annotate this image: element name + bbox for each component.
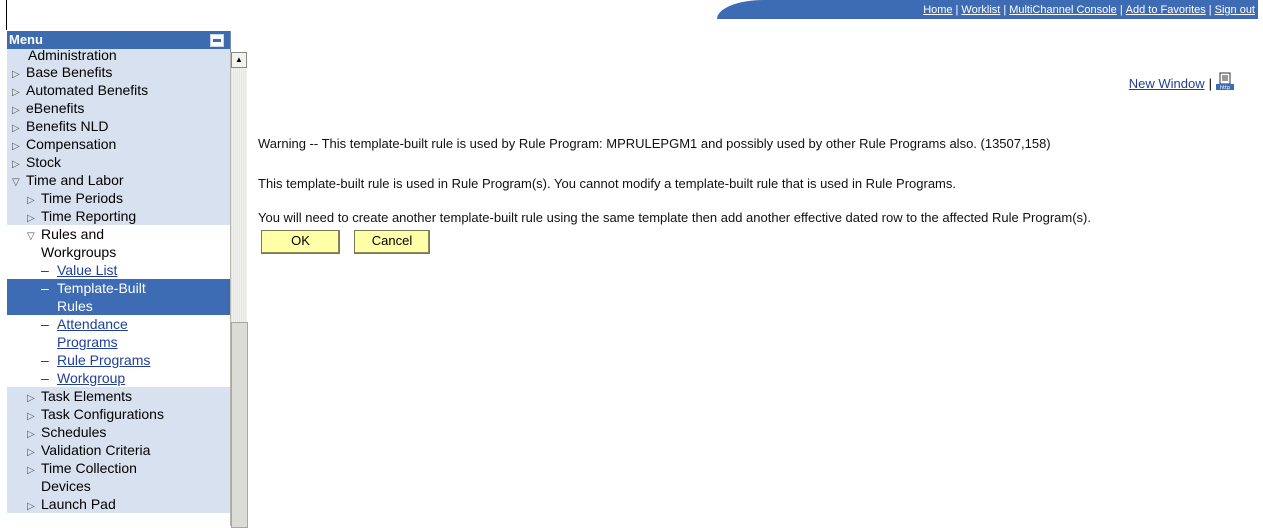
new-window-area: New Window | http	[1129, 72, 1234, 92]
menu-item-administration[interactable]: Administration	[7, 48, 230, 63]
expanded-arrow-icon: ▽	[12, 177, 20, 188]
menu-item-time-periods[interactable]: ▷ Time Periods	[7, 189, 230, 207]
menu-scrollbar[interactable]: ▲	[230, 52, 248, 528]
menu-item-rules-and-workgroups-cont[interactable]: Workgroups	[7, 243, 230, 261]
rules-sub-items: – Attendance Programs – Rule Programs – Wor…	[7, 315, 230, 387]
home-link[interactable]: Home	[920, 4, 955, 16]
menu-title: Menu	[9, 32, 43, 47]
top-navigation-bar: Home | Worklist | MultiChannel Console | Ad…	[717, 0, 1258, 19]
menu-item-rules-and-workgroups[interactable]: ▽ Rules and	[7, 225, 230, 243]
menu-item-time-collection-cont[interactable]: Devices	[7, 477, 230, 495]
menu-item-rule-programs[interactable]: – Rule Programs	[7, 351, 230, 369]
menu-item-base-benefits[interactable]: ▷ Base Benefits	[7, 63, 230, 81]
scroll-up-arrow-icon[interactable]: ▲	[231, 52, 247, 68]
collapsed-arrow-icon: ▷	[27, 465, 35, 476]
page-edge-line	[6, 0, 7, 30]
menu-item-stock[interactable]: ▷ Stock	[7, 153, 230, 171]
menu-list: Administration ▷ Base Benefits ▷ Automated…	[7, 48, 230, 513]
worklist-link[interactable]: Worklist	[958, 4, 1003, 16]
warning-message: Warning -- This template-built rule is u…	[258, 136, 1051, 151]
menu-item-launch-pad[interactable]: ▷ Launch Pad	[7, 495, 230, 513]
collapsed-arrow-icon: ▷	[27, 501, 35, 512]
menu-panel: Menu Administration ▷ Base Benefits ▷ Auto…	[7, 31, 231, 526]
menu-item-compensation[interactable]: ▷ Compensation	[7, 135, 230, 153]
info-message: This template-built rule is used in Rule…	[258, 176, 956, 191]
multichannel-console-link[interactable]: MultiChannel Console	[1006, 4, 1120, 16]
menu-item-ebenefits[interactable]: ▷ eBenefits	[7, 99, 230, 117]
instruction-message: You will need to create another template…	[258, 210, 1091, 225]
new-window-link[interactable]: New Window	[1129, 76, 1205, 91]
menu-item-task-elements[interactable]: ▷ Task Elements	[7, 387, 230, 405]
menu-item-validation-criteria[interactable]: ▷ Validation Criteria	[7, 441, 230, 459]
menu-item-time-collection[interactable]: ▷ Time Collection	[7, 459, 230, 477]
rules-and-workgroups-section: ▽ Rules and Workgroups – Value List	[7, 225, 230, 279]
menu-item-attendance-programs-cont[interactable]: Programs	[7, 333, 230, 351]
menu-item-workgroup[interactable]: – Workgroup	[7, 369, 230, 387]
collapse-menu-icon[interactable]	[210, 34, 224, 47]
svg-text:http: http	[1220, 85, 1230, 90]
menu-item-attendance-programs[interactable]: – Attendance	[7, 315, 230, 333]
expanded-arrow-icon: ▽	[27, 231, 35, 242]
sign-out-link[interactable]: Sign out	[1212, 4, 1258, 16]
menu-header: Menu	[7, 31, 230, 49]
menu-item-schedules[interactable]: ▷ Schedules	[7, 423, 230, 441]
cancel-button[interactable]: Cancel	[354, 230, 430, 254]
menu-item-automated-benefits[interactable]: ▷ Automated Benefits	[7, 81, 230, 99]
menu-item-template-built-rules[interactable]: – Template-Built Rules	[7, 279, 230, 315]
menu-item-benefits-nld[interactable]: ▷ Benefits NLD	[7, 117, 230, 135]
ok-button[interactable]: OK	[261, 230, 340, 254]
menu-item-time-and-labor[interactable]: ▽ Time and Labor	[7, 171, 230, 189]
scrollbar-thumb[interactable]	[231, 322, 248, 528]
menu-item-task-configurations[interactable]: ▷ Task Configurations	[7, 405, 230, 423]
add-to-favorites-link[interactable]: Add to Favorites	[1123, 4, 1209, 16]
http-link-icon[interactable]: http	[1216, 72, 1234, 91]
menu-item-time-reporting[interactable]: ▷ Time Reporting	[7, 207, 230, 225]
menu-item-value-list[interactable]: – Value List	[7, 261, 230, 279]
